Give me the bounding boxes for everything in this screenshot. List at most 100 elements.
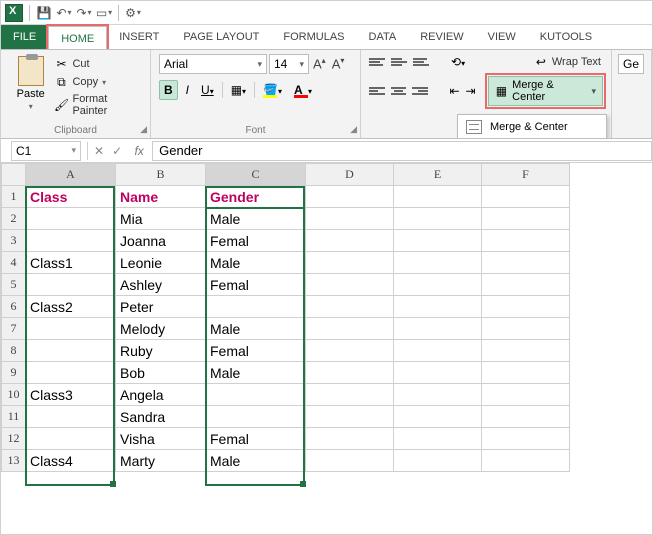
col-header-E[interactable]: E — [394, 164, 482, 186]
row-header[interactable]: 5 — [2, 274, 26, 296]
cell[interactable] — [394, 252, 482, 274]
cell[interactable]: Femal — [206, 230, 306, 252]
cell[interactable] — [394, 296, 482, 318]
col-header-C[interactable]: C — [206, 164, 306, 186]
cell[interactable]: Femal — [206, 340, 306, 362]
tab-insert[interactable]: INSERT — [107, 25, 171, 49]
decrease-font-icon[interactable]: A▾ — [330, 56, 347, 71]
row-header[interactable]: 9 — [2, 362, 26, 384]
cell[interactable] — [306, 274, 394, 296]
increase-indent-icon[interactable]: ⇥ — [466, 84, 476, 98]
cell[interactable]: Male — [206, 318, 306, 340]
align-left-icon[interactable] — [369, 87, 385, 95]
redo-icon[interactable]: ↷ — [76, 5, 92, 21]
bold-button[interactable]: B — [159, 80, 178, 100]
tab-view[interactable]: VIEW — [476, 25, 528, 49]
cell[interactable] — [482, 406, 570, 428]
italic-button[interactable]: I — [182, 81, 193, 99]
cell[interactable] — [394, 208, 482, 230]
font-size-selector[interactable]: 14 ▾ — [269, 54, 309, 74]
cell[interactable] — [306, 318, 394, 340]
cell[interactable] — [482, 318, 570, 340]
increase-font-icon[interactable]: A▴ — [311, 56, 328, 71]
cell[interactable] — [26, 274, 116, 296]
select-all-corner[interactable] — [2, 164, 26, 186]
cell[interactable]: Angela — [116, 384, 206, 406]
cell[interactable] — [394, 318, 482, 340]
align-top-icon[interactable] — [369, 58, 385, 66]
spreadsheet-grid[interactable]: A B C D E F 1 Class Name Gender 2 Mia Ma… — [1, 163, 652, 472]
name-box[interactable]: C1 ▾ — [11, 141, 81, 161]
cell[interactable] — [26, 318, 116, 340]
col-header-D[interactable]: D — [306, 164, 394, 186]
cell[interactable]: Femal — [206, 428, 306, 450]
cell[interactable] — [394, 340, 482, 362]
cell[interactable] — [306, 384, 394, 406]
cell[interactable] — [482, 274, 570, 296]
font-color-button[interactable]: A▾ — [290, 81, 316, 100]
cell[interactable]: Bob — [116, 362, 206, 384]
cell[interactable] — [482, 340, 570, 362]
align-right-icon[interactable] — [412, 87, 428, 95]
cell[interactable]: Mia — [116, 208, 206, 230]
cell[interactable] — [306, 362, 394, 384]
cell[interactable] — [26, 340, 116, 362]
cell[interactable]: Male — [206, 450, 306, 472]
align-center-icon[interactable] — [391, 87, 407, 95]
cell[interactable] — [306, 406, 394, 428]
cell[interactable] — [306, 208, 394, 230]
cell[interactable] — [394, 274, 482, 296]
cell[interactable] — [394, 230, 482, 252]
cell[interactable] — [394, 406, 482, 428]
paste-button[interactable]: Paste ▾ — [9, 54, 52, 122]
undo-icon[interactable]: ↶ — [56, 5, 72, 21]
cell[interactable]: Visha — [116, 428, 206, 450]
cell[interactable]: Ruby — [116, 340, 206, 362]
enter-icon[interactable]: ✓ — [108, 144, 126, 158]
col-header-F[interactable]: F — [482, 164, 570, 186]
cell[interactable] — [394, 384, 482, 406]
format-painter-button[interactable]: 🖌 Format Painter — [52, 92, 142, 118]
row-header[interactable]: 1 — [2, 186, 26, 208]
cell[interactable]: Melody — [116, 318, 206, 340]
cell[interactable] — [482, 428, 570, 450]
cell[interactable]: Male — [206, 252, 306, 274]
cell[interactable] — [482, 252, 570, 274]
col-header-A[interactable]: A — [26, 164, 116, 186]
col-header-B[interactable]: B — [116, 164, 206, 186]
borders-button[interactable]: ▦▾ — [227, 81, 250, 99]
row-header[interactable]: 4 — [2, 252, 26, 274]
cell[interactable] — [306, 252, 394, 274]
row-header[interactable]: 13 — [2, 450, 26, 472]
cell[interactable] — [482, 230, 570, 252]
cell[interactable]: Ashley — [116, 274, 206, 296]
cell[interactable] — [394, 362, 482, 384]
cell[interactable] — [306, 340, 394, 362]
cell[interactable]: Class3 — [26, 384, 116, 406]
merge-center-button[interactable]: ▦ Merge & Center ▾ — [488, 76, 603, 106]
cell[interactable]: Class — [26, 186, 116, 208]
cell[interactable] — [206, 406, 306, 428]
tab-home[interactable]: HOME — [48, 26, 107, 50]
cell[interactable] — [306, 450, 394, 472]
cell[interactable]: Gender — [206, 186, 306, 208]
cell[interactable]: Femal — [206, 274, 306, 296]
row-header[interactable]: 11 — [2, 406, 26, 428]
row-header[interactable]: 10 — [2, 384, 26, 406]
underline-button[interactable]: U▾ — [197, 81, 218, 99]
cell[interactable] — [482, 384, 570, 406]
tab-page-layout[interactable]: PAGE LAYOUT — [171, 25, 271, 49]
style-box[interactable]: Ge — [618, 54, 644, 74]
cell[interactable]: Name — [116, 186, 206, 208]
cell[interactable] — [306, 428, 394, 450]
cell[interactable]: Male — [206, 208, 306, 230]
tab-file[interactable]: FILE — [1, 25, 48, 49]
cell[interactable] — [394, 450, 482, 472]
cell[interactable]: Leonie — [116, 252, 206, 274]
cell[interactable] — [306, 186, 394, 208]
row-header[interactable]: 7 — [2, 318, 26, 340]
cell[interactable] — [26, 362, 116, 384]
row-header[interactable]: 12 — [2, 428, 26, 450]
cell[interactable]: Marty — [116, 450, 206, 472]
cell[interactable] — [482, 362, 570, 384]
